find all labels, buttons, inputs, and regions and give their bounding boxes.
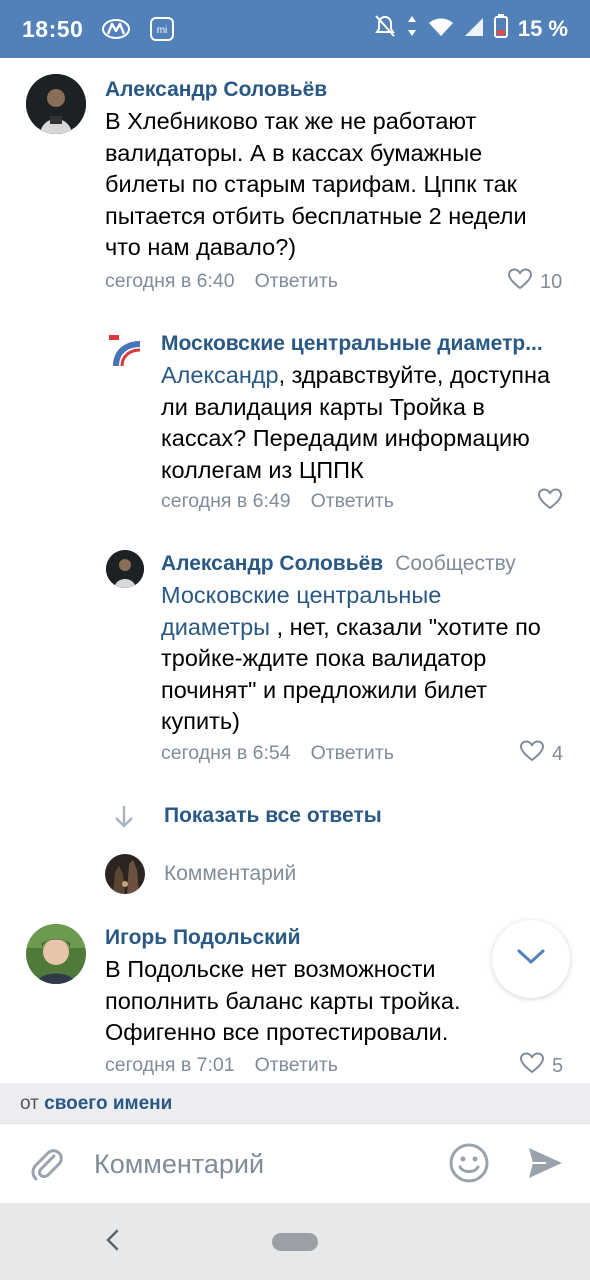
like-count: 10 (540, 270, 563, 293)
system-nav-bar (0, 1203, 590, 1280)
mute-icon (374, 14, 396, 44)
heart-icon (519, 740, 545, 768)
comment-author[interactable]: Александр Соловьёв (105, 78, 565, 102)
avatar[interactable] (106, 550, 144, 588)
comment-author[interactable]: Александр Соловьёв Сообществу (161, 552, 566, 576)
status-time: 18:50 (22, 15, 84, 42)
like-button[interactable]: 5 (519, 1052, 564, 1080)
reply-button[interactable]: Ответить (311, 490, 394, 512)
reply-button[interactable]: Ответить (255, 270, 338, 292)
battery-low-icon (493, 14, 508, 44)
comment-time: сегодня в 6:40 (105, 270, 235, 292)
like-button[interactable]: 4 (519, 740, 564, 768)
reply-button[interactable]: Ответить (311, 742, 394, 764)
comment-time: сегодня в 7:01 (105, 1054, 235, 1076)
data-arrows-icon (406, 14, 418, 44)
mention-link[interactable]: Александр (161, 362, 279, 388)
comment-meta: сегодня в 6:54 Ответить (161, 742, 394, 765)
heart-icon (537, 488, 563, 516)
author-name[interactable]: Александр Соловьёв (161, 552, 383, 575)
heart-icon (519, 1052, 545, 1080)
reply-field-placeholder: Комментарий (164, 862, 297, 885)
like-button[interactable] (537, 488, 570, 516)
scroll-down-button[interactable] (492, 920, 570, 998)
chevron-down-icon (516, 948, 546, 971)
avatar[interactable] (26, 74, 86, 134)
emoji-icon[interactable] (448, 1142, 490, 1189)
wifi-icon (428, 16, 454, 43)
show-all-replies-button[interactable]: Показать все ответы (0, 798, 590, 838)
comment-input[interactable] (94, 1146, 424, 1182)
comment-composer (0, 1123, 590, 1203)
comments-list[interactable]: Александр Соловьёв В Хлебниково так же н… (0, 58, 590, 1083)
back-icon[interactable] (102, 1227, 124, 1258)
like-count: 4 (552, 742, 564, 765)
post-as-selector[interactable]: своего имени (44, 1093, 172, 1114)
battery-percent: 15 % (517, 16, 568, 41)
like-count: 5 (552, 1054, 564, 1077)
author-target: Сообществу (395, 552, 516, 575)
comment-time: сегодня в 6:54 (161, 742, 291, 764)
my-avatar (105, 854, 145, 894)
mi-icon: mi (149, 16, 175, 42)
reply-button[interactable]: Ответить (255, 1054, 338, 1076)
post-as-bar: от своего имени (0, 1083, 590, 1123)
comment-text: В Подольске нет возможности пополнить ба… (105, 956, 461, 1045)
send-icon[interactable] (526, 1144, 564, 1187)
status-right: 15 % (374, 14, 568, 44)
comment-meta: сегодня в 7:01 Ответить (105, 1054, 338, 1077)
comment-meta: сегодня в 6:49 Ответить (161, 490, 394, 513)
home-pill[interactable] (272, 1233, 318, 1251)
heart-icon (507, 268, 533, 296)
avatar[interactable] (26, 924, 86, 984)
show-all-replies-label: Показать все ответы (164, 804, 382, 827)
post-as-prefix: от (20, 1093, 39, 1114)
status-bar: 18:50 mi 15 % (0, 0, 590, 58)
comment-text: Александр, здравствуйте, доступна ли вал… (161, 360, 551, 486)
attach-icon[interactable] (26, 1144, 66, 1189)
metro-icon (101, 18, 131, 40)
comment-author[interactable]: Московские центральные диаметр... (161, 332, 566, 356)
comment-text: В Хлебниково так же не работают валидато… (105, 108, 527, 260)
like-button[interactable]: 10 (507, 268, 563, 296)
comment-time: сегодня в 6:49 (161, 490, 291, 512)
svg-text:mi: mi (157, 25, 168, 36)
signal-icon (464, 16, 484, 43)
community-avatar[interactable] (106, 332, 144, 370)
comment-text: Московские центральные диаметры , нет, с… (161, 580, 546, 738)
comment-meta: сегодня в 6:40 Ответить (105, 270, 338, 293)
arrow-down-icon (112, 804, 136, 835)
